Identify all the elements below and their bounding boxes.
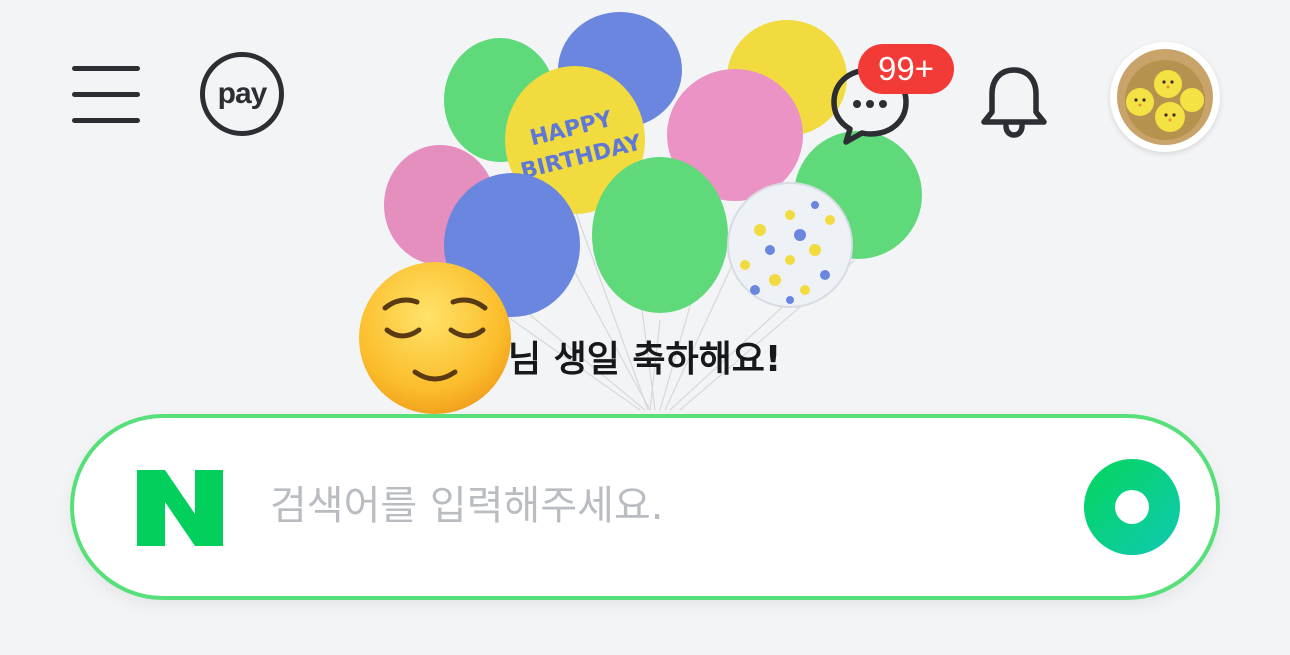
menu-button[interactable] [70, 62, 142, 132]
green-ring-search-icon [1084, 459, 1180, 555]
notifications-button[interactable] [974, 60, 1054, 140]
notification-count-badge: 99+ [858, 44, 954, 94]
search-input[interactable] [270, 466, 1050, 546]
bell-icon [981, 67, 1047, 138]
relieved-face-emoji-icon [359, 262, 511, 414]
pay-icon: pay [200, 52, 284, 136]
naver-logo-icon[interactable] [137, 470, 223, 546]
pay-button[interactable]: pay [200, 52, 292, 144]
avatar[interactable] [1110, 42, 1220, 152]
hamburger-menu-icon [72, 66, 140, 123]
pay-label: pay [217, 77, 268, 110]
search-submit-button[interactable] [1083, 458, 1181, 556]
profile-avatar-image [1117, 49, 1213, 145]
birthday-greeting: 님 생일 축하해요! [508, 339, 782, 380]
